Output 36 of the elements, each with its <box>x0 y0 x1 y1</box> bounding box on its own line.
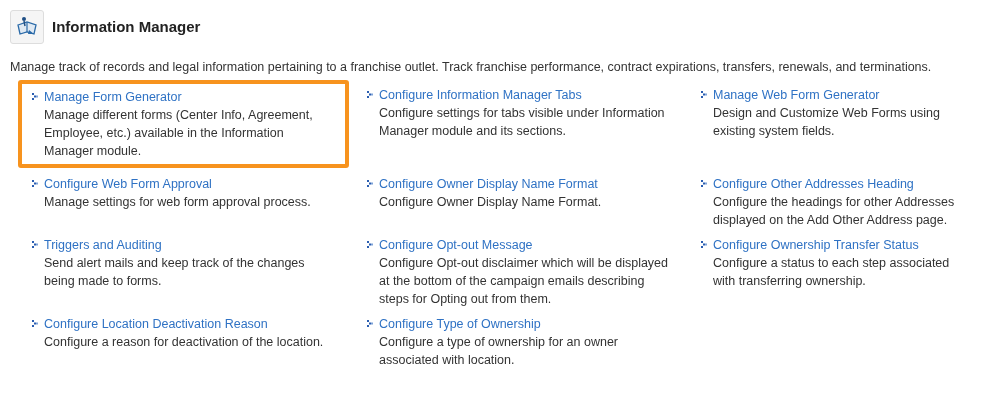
description-text: Design and Customize Web Forms using existing system fields. <box>713 105 941 140</box>
section-link[interactable]: Manage Web Form Generator <box>713 86 880 104</box>
app-logo-icon <box>10 10 44 44</box>
description-text: Manage different forms (Center Info, Agreement, Employee, etc.) available in the Information Manager module. <box>44 107 314 160</box>
bullet-icon <box>367 180 373 187</box>
section-link[interactable]: Configure Owner Display Name Format <box>379 175 598 193</box>
page-title: Information Manager <box>52 16 201 37</box>
intro-text: Manage track of records and legal information pertaining to a franchise outlet. Track franchise performance, contract expirations, transfers, renewals, and terminations. <box>10 59 933 76</box>
description-text: Configure Opt-out disclaimer which will be displayed at the bottom of the campaign emails describing steps for Opting out from them. <box>379 255 669 308</box>
section-link[interactable]: Configure Information Manager Tabs <box>379 86 582 104</box>
description-text: Manage settings for web form approval process. <box>44 194 311 211</box>
bullet-icon <box>32 180 38 187</box>
section-link[interactable]: Configure Web Form Approval <box>44 175 212 193</box>
description-text: Send alert mails and keep track of the changes being made to forms. <box>44 255 306 290</box>
bullet-icon <box>701 180 707 187</box>
section-link[interactable]: Configure Ownership Transfer Status <box>713 236 919 254</box>
description-text: Configure a status to each step associated with transferring ownership. <box>713 255 951 290</box>
bullet-icon <box>32 93 38 100</box>
bullet-icon <box>701 241 707 248</box>
description-text: Configure Owner Display Name Format. <box>379 194 602 211</box>
description-text: Configure a reason for deactivation of the location. <box>44 334 324 351</box>
section-link[interactable]: Configure Other Addresses Heading <box>713 175 914 193</box>
description-text: Configure a type of ownership for an owner associated with location. <box>379 334 620 369</box>
section-link[interactable]: Configure Opt-out Message <box>379 236 533 254</box>
section-link[interactable]: Configure Location Deactivation Reason <box>44 315 268 333</box>
section-link[interactable]: Configure Type of Ownership <box>379 315 541 333</box>
bullet-icon <box>367 91 373 98</box>
description-text: Configure the headings for other Addresses displayed on the Add Other Address page. <box>713 194 956 229</box>
section-link[interactable]: Manage Form Generator <box>44 88 182 106</box>
bullet-icon <box>701 91 707 98</box>
bullet-icon <box>367 241 373 248</box>
bullet-icon <box>32 320 38 327</box>
description-text: Configure settings for tabs visible under Information Manager module and its sections. <box>379 105 666 140</box>
section-link[interactable]: Triggers and Auditing <box>44 236 162 254</box>
bullet-icon <box>32 241 38 248</box>
bullet-icon <box>367 320 373 327</box>
